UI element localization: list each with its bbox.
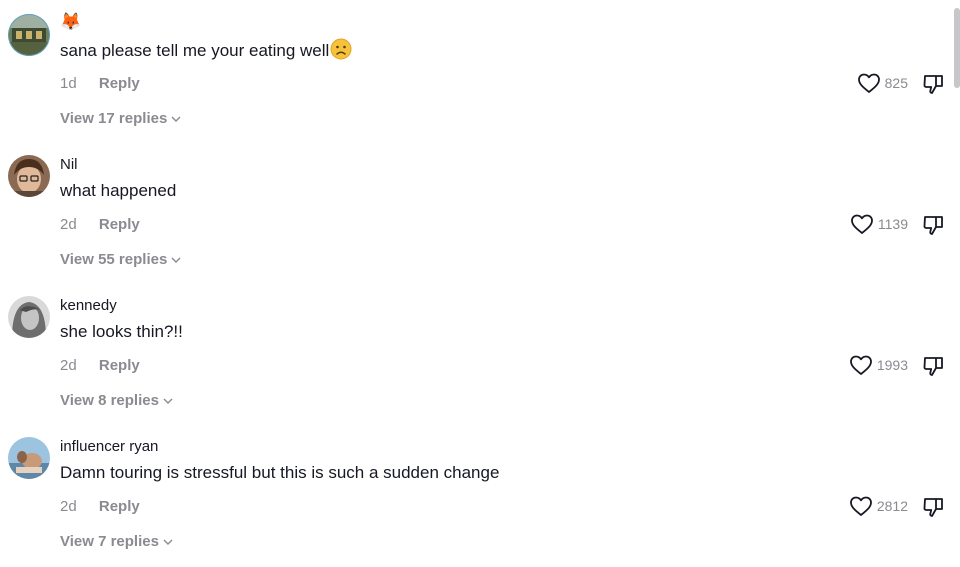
view-replies-label: View 8 replies (60, 392, 159, 409)
comment-text-content: sana please tell me your eating well (60, 41, 330, 60)
chevron-down-icon (171, 257, 181, 263)
chevron-down-icon (163, 398, 173, 404)
like-count: 1993 (876, 357, 908, 373)
like-button[interactable]: 1993 (849, 354, 908, 376)
comment-text: Damn touring is stressful but this is su… (60, 463, 500, 482)
chevron-down-icon (171, 116, 181, 122)
like-button[interactable]: 825 (857, 72, 908, 94)
heart-icon (849, 496, 872, 516)
avatar[interactable] (8, 437, 50, 479)
avatar[interactable] (8, 296, 50, 338)
like-button[interactable]: 1139 (850, 213, 908, 235)
comment-item: kennedy she looks thin?!! 2d Reply View … (0, 296, 960, 437)
view-replies-button[interactable]: View 17 replies (60, 109, 182, 129)
comment-item: Nil what happened 2d Reply View 55 repli… (0, 155, 960, 296)
view-replies-label: View 7 replies (60, 533, 159, 550)
chevron-down-icon (163, 539, 173, 545)
comment-meta: 2d Reply (60, 497, 140, 517)
username[interactable]: Nil (60, 155, 78, 175)
avatar[interactable] (8, 155, 50, 197)
comment-meta: 2d Reply (60, 215, 140, 235)
comment-time: 2d (60, 216, 77, 233)
heart-icon (850, 214, 873, 234)
like-count: 825 (884, 75, 908, 91)
username[interactable]: 🦊 (60, 12, 81, 32)
comment-time: 2d (60, 498, 77, 515)
thumbs-down-icon[interactable] (922, 213, 946, 237)
like-count: 2812 (876, 498, 908, 514)
avatar[interactable] (8, 14, 50, 56)
comment-text: what happened (60, 181, 177, 200)
thumbs-down-icon[interactable] (922, 72, 946, 96)
comment-time: 1d (60, 75, 77, 92)
username[interactable]: influencer ryan (60, 437, 158, 457)
view-replies-label: View 17 replies (60, 110, 168, 127)
comment-item: influencer ryan Damn touring is stressfu… (0, 437, 960, 567)
comment-meta: 1d Reply (60, 74, 140, 94)
heart-icon (857, 73, 880, 93)
view-replies-label: View 55 replies (60, 251, 168, 268)
like-button[interactable]: 2812 (849, 495, 908, 517)
view-replies-button[interactable]: View 55 replies (60, 250, 182, 270)
reply-button[interactable]: Reply (99, 75, 140, 92)
reply-button[interactable]: Reply (99, 498, 140, 515)
frowning-face-emoji-icon (330, 38, 352, 60)
comments-panel: 🦊 sana please tell me your eating well 1… (0, 0, 960, 567)
scrollbar[interactable] (954, 8, 960, 88)
username[interactable]: kennedy (60, 296, 117, 316)
comment-time: 2d (60, 357, 77, 374)
thumbs-down-icon[interactable] (922, 354, 946, 378)
comment-text: she looks thin?!! (60, 322, 183, 341)
heart-icon (849, 355, 872, 375)
comment-meta: 2d Reply (60, 356, 140, 376)
reply-button[interactable]: Reply (99, 357, 140, 374)
like-count: 1139 (877, 216, 908, 232)
thumbs-down-icon[interactable] (922, 495, 946, 519)
view-replies-button[interactable]: View 8 replies (60, 391, 174, 411)
view-replies-button[interactable]: View 7 replies (60, 532, 174, 552)
comment-text: sana please tell me your eating well (60, 38, 352, 63)
comment-item: 🦊 sana please tell me your eating well 1… (0, 12, 960, 155)
reply-button[interactable]: Reply (99, 216, 140, 233)
